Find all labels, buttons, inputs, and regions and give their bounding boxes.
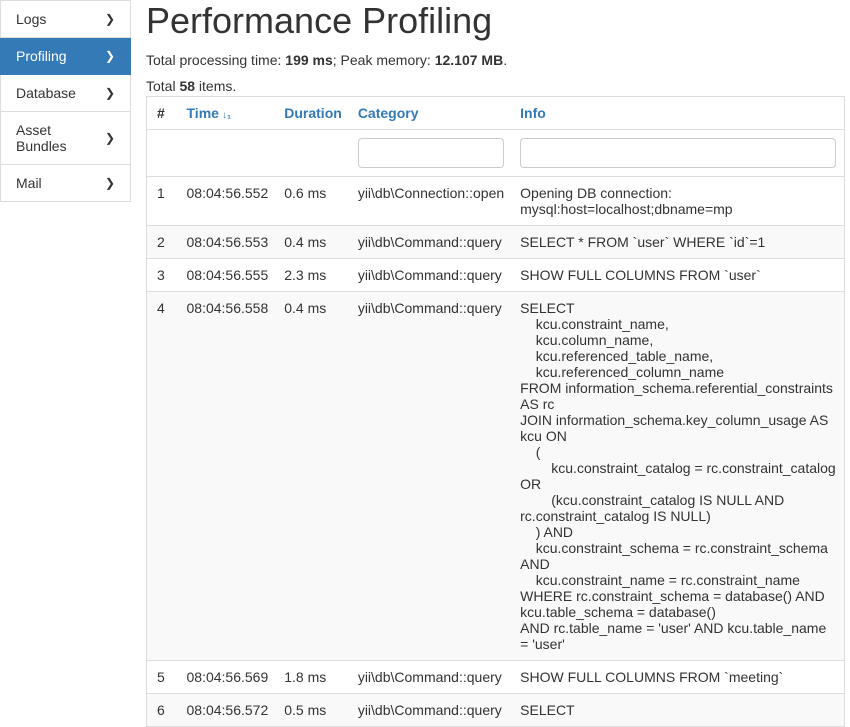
row-time: 08:04:56.552 [179,177,277,226]
row-category: yii\db\Command::query [350,259,512,292]
chevron-right-icon: ❯ [105,49,115,63]
table-row: 2 08:04:56.553 0.4 ms yii\db\Command::qu… [147,226,845,259]
sidebar-item-mail[interactable]: Mail ❯ [0,165,131,202]
sort-link-info: Info [520,105,546,121]
column-header-duration[interactable]: Duration [276,97,350,130]
sidebar-item-label: Database [16,85,76,101]
sort-asc-icon: ↓₁ [222,110,231,121]
table-row: 5 08:04:56.569 1.8 ms yii\db\Command::qu… [147,661,845,694]
row-time: 08:04:56.569 [179,661,277,694]
chevron-right-icon: ❯ [105,12,115,26]
sort-link-category: Category [358,105,419,121]
row-time: 08:04:56.553 [179,226,277,259]
row-category: yii\db\Command::query [350,661,512,694]
row-category: yii\db\Command::query [350,292,512,661]
sidebar-item-profiling[interactable]: Profiling ❯ [0,38,131,75]
sidebar: Logs ❯ Profiling ❯ Database ❯ Asset Bund… [0,0,131,727]
row-num: 3 [147,259,179,292]
row-time: 08:04:56.572 [179,694,277,727]
row-duration: 0.4 ms [276,226,350,259]
sidebar-item-logs[interactable]: Logs ❯ [0,0,131,38]
summary-text: Total processing time: 199 ms; Peak memo… [146,52,845,68]
row-duration: 1.8 ms [276,661,350,694]
row-info: SELECT [512,694,844,727]
row-info: SHOW FULL COLUMNS FROM `meeting` [512,661,844,694]
processing-time: 199 ms [285,52,332,68]
column-header-num: # [147,97,179,130]
column-header-category[interactable]: Category [350,97,512,130]
row-num: 1 [147,177,179,226]
row-category: yii\db\Command::query [350,694,512,727]
sidebar-item-label: Profiling [16,48,67,64]
filter-row [147,130,845,177]
sort-link-time: Time↓₁ [187,105,232,121]
row-num: 2 [147,226,179,259]
sidebar-item-label: Mail [16,175,42,191]
category-filter-input[interactable] [358,138,504,168]
row-duration: 0.4 ms [276,292,350,661]
table-row: 6 08:04:56.572 0.5 ms yii\db\Command::qu… [147,694,845,727]
row-category: yii\db\Command::query [350,226,512,259]
table-row: 1 08:04:56.552 0.6 ms yii\db\Connection:… [147,177,845,226]
row-info: SELECT kcu.constraint_name, kcu.column_n… [512,292,844,661]
table-row: 3 08:04:56.555 2.3 ms yii\db\Command::qu… [147,259,845,292]
peak-memory: 12.107 MB [435,52,503,68]
row-num: 6 [147,694,179,727]
sort-link-duration: Duration [284,105,342,121]
row-info: Opening DB connection: mysql:host=localh… [512,177,844,226]
row-duration: 2.3 ms [276,259,350,292]
sidebar-item-database[interactable]: Database ❯ [0,75,131,112]
column-header-info[interactable]: Info [512,97,844,130]
page-title: Performance Profiling [146,0,845,42]
row-info: SHOW FULL COLUMNS FROM `user` [512,259,844,292]
info-filter-input[interactable] [520,138,836,168]
column-header-time[interactable]: Time↓₁ [179,97,277,130]
sidebar-item-label: Asset Bundles [16,122,105,154]
chevron-right-icon: ❯ [105,176,115,190]
chevron-right-icon: ❯ [105,86,115,100]
row-duration: 0.6 ms [276,177,350,226]
sidebar-item-asset-bundles[interactable]: Asset Bundles ❯ [0,112,131,165]
row-time: 08:04:56.555 [179,259,277,292]
row-category: yii\db\Connection::open [350,177,512,226]
row-num: 5 [147,661,179,694]
main-content: Performance Profiling Total processing t… [146,0,850,727]
row-time: 08:04:56.558 [179,292,277,661]
chevron-right-icon: ❯ [105,131,115,145]
profiling-table: # Time↓₁ Duration Category Info [146,96,845,727]
table-row: 4 08:04:56.558 0.4 ms yii\db\Command::qu… [147,292,845,661]
row-num: 4 [147,292,179,661]
total-items: Total 58 items. [146,78,845,94]
row-duration: 0.5 ms [276,694,350,727]
row-info: SELECT * FROM `user` WHERE `id`=1 [512,226,844,259]
sidebar-item-label: Logs [16,11,46,27]
